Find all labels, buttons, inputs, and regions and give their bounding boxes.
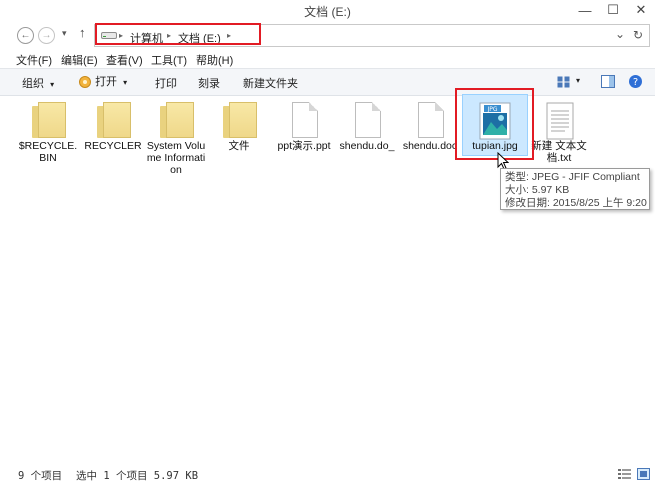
change-view-icon[interactable] bbox=[557, 76, 571, 88]
details-view-icon[interactable] bbox=[618, 469, 631, 480]
up-button[interactable]: ↑ bbox=[79, 25, 86, 40]
item-count: 9 个项目 bbox=[18, 470, 63, 482]
help-icon[interactable]: ? bbox=[628, 74, 643, 89]
tooltip-size: 大小: 5.97 KB bbox=[505, 184, 570, 196]
document-icon bbox=[410, 102, 450, 142]
refresh-button[interactable]: ↻ bbox=[633, 28, 643, 42]
file-name: RECYCLER bbox=[84, 140, 142, 152]
address-row: ← → ▾ ↑ ▸ 计算机 ▸ 文档 (E:) ▸ ⌄ ↻ bbox=[0, 22, 655, 48]
document-icon bbox=[347, 102, 387, 142]
menu-bar: 文件(F) 编辑(E) 查看(V) 工具(T) 帮助(H) bbox=[0, 50, 655, 68]
maximize-button[interactable]: ☐ bbox=[598, 0, 628, 20]
command-bar: 组织 ▾ 打开 ▾ 打印 刻录 新建文件夹 ▾ ? bbox=[0, 68, 655, 96]
title-bar: 文档 (E:) — ☐ ✕ bbox=[0, 0, 655, 20]
forward-arrow-icon: → bbox=[41, 30, 52, 41]
status-bar: 9 个项目 选中 1 个项目 5.97 KB bbox=[0, 466, 655, 483]
svg-text:?: ? bbox=[633, 77, 638, 88]
menu-edit[interactable]: 编辑(E) bbox=[61, 52, 98, 68]
document-icon bbox=[284, 102, 324, 142]
menu-file[interactable]: 文件(F) bbox=[16, 52, 52, 68]
back-arrow-icon: ← bbox=[20, 30, 31, 41]
print-button[interactable]: 打印 bbox=[155, 75, 177, 91]
file-name: $RECYCLE.BIN bbox=[18, 140, 78, 164]
text-document-icon bbox=[546, 102, 574, 140]
view-options-chevron-icon[interactable]: ▾ bbox=[576, 76, 580, 85]
tooltip-type: 类型: JPEG - JFIF Compliant bbox=[505, 171, 640, 183]
file-name: 新建 文本文档.txt bbox=[531, 140, 587, 164]
menu-view[interactable]: 查看(V) bbox=[106, 52, 143, 68]
selection-highlight-box bbox=[455, 88, 534, 160]
back-button[interactable]: ← bbox=[17, 27, 34, 44]
burn-button[interactable]: 刻录 bbox=[198, 75, 220, 91]
chevron-down-icon: ▾ bbox=[123, 78, 128, 87]
file-name: 文件 bbox=[228, 140, 250, 152]
close-button[interactable]: ✕ bbox=[626, 0, 655, 20]
minimize-button[interactable]: — bbox=[570, 0, 600, 20]
organize-button[interactable]: 组织 ▾ bbox=[22, 75, 54, 91]
file-name: shendu.doc bbox=[402, 140, 458, 152]
file-name: ppt演示.ppt bbox=[277, 140, 331, 152]
folder-icon bbox=[219, 102, 259, 142]
file-name: System Volume Information bbox=[146, 140, 206, 176]
folder-icon bbox=[28, 102, 68, 142]
folder-icon bbox=[93, 102, 133, 142]
tooltip-modified: 修改日期: 2015/8/25 上午 9:20 bbox=[505, 197, 647, 209]
folder-icon bbox=[156, 102, 196, 142]
file-info-tooltip: 类型: JPEG - JFIF Compliant 大小: 5.97 KB 修改… bbox=[500, 168, 650, 210]
recent-locations-button[interactable]: ▾ bbox=[62, 28, 67, 39]
chevron-down-icon: ▾ bbox=[50, 80, 55, 89]
large-icons-view-icon[interactable] bbox=[637, 468, 650, 480]
open-button[interactable]: 打开 ▾ bbox=[78, 73, 127, 89]
organize-label: 组织 bbox=[22, 78, 44, 90]
open-label: 打开 bbox=[95, 76, 118, 88]
file-name: shendu.do_ bbox=[339, 140, 395, 152]
window-title: 文档 (E:) bbox=[304, 5, 351, 19]
menu-tools[interactable]: 工具(T) bbox=[151, 52, 187, 68]
new-folder-button[interactable]: 新建文件夹 bbox=[243, 75, 298, 91]
menu-help[interactable]: 帮助(H) bbox=[196, 52, 233, 68]
address-highlight-box bbox=[95, 23, 261, 45]
open-with-icon bbox=[79, 76, 91, 89]
preview-pane-icon[interactable] bbox=[601, 75, 615, 88]
address-dropdown-button[interactable]: ⌄ bbox=[615, 27, 625, 41]
selection-info: 选中 1 个项目 5.97 KB bbox=[76, 470, 199, 482]
forward-button[interactable]: → bbox=[38, 27, 55, 44]
